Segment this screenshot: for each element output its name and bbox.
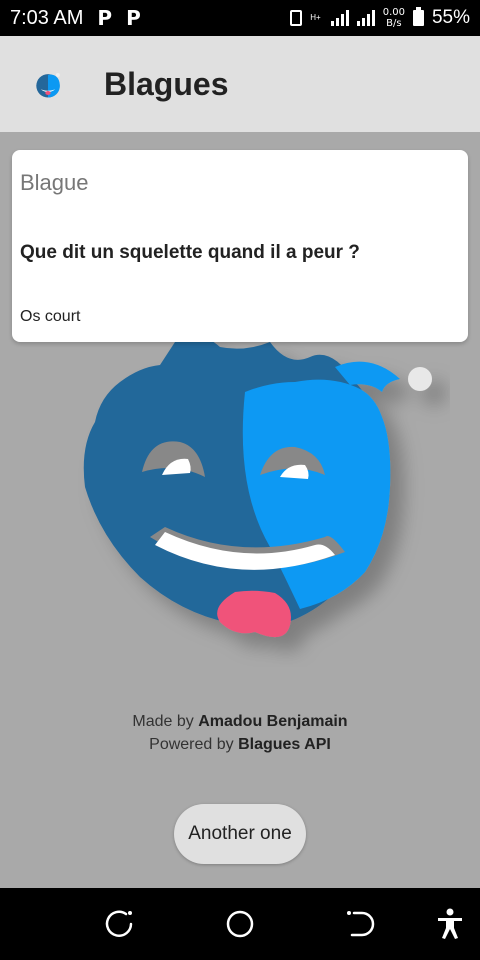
main-content: Blague Que dit un squelette quand il a p… [0,132,480,888]
author-name: Amadou Benjamain [198,713,348,730]
another-one-button[interactable]: Another one [174,804,306,864]
home-icon[interactable] [220,904,260,944]
navigation-bar [0,888,480,960]
network-speed-value: 0.00 [382,7,405,18]
card-title: Blague [20,170,89,195]
joke-answer: Os court [20,308,81,325]
powered-by-prefix: Powered by [149,736,239,753]
credits: Made by Amadou Benjamain Powered by Blag… [0,710,480,756]
joke-question: Que dit un squelette quand il a peur ? [20,242,360,263]
signal-icon [356,10,375,26]
recent-apps-icon[interactable] [100,904,140,944]
app-bar: Blagues [0,36,480,132]
notification-p-icon: P [126,6,141,30]
network-type: H+ [310,13,321,22]
notification-p-icon: P [97,6,113,30]
powered-by-line: Powered by Blagues API [0,733,480,756]
joke-card: Blague Que dit un squelette quand il a p… [12,150,468,342]
signal-icon [330,10,349,26]
made-by-line: Made by Amadou Benjamain [0,710,480,733]
status-time: 7:03 AM [10,6,84,29]
accessibility-icon[interactable] [430,904,470,944]
battery-icon [412,7,424,26]
status-bar: 7:03 AM P P H+ 0.00 B/s 55% [0,0,480,36]
made-by-prefix: Made by [132,713,199,730]
page-title: Blagues [104,66,229,102]
back-icon[interactable] [340,904,380,944]
vibrate-icon [290,10,303,26]
api-name: Blagues API [238,736,331,753]
jester-mascot-icon [36,73,60,98]
battery-level: 55% [431,7,470,28]
network-speed: 0.00 B/s [383,7,405,29]
jester-mascot-image [83,335,432,638]
network-speed-unit: B/s [386,18,402,29]
